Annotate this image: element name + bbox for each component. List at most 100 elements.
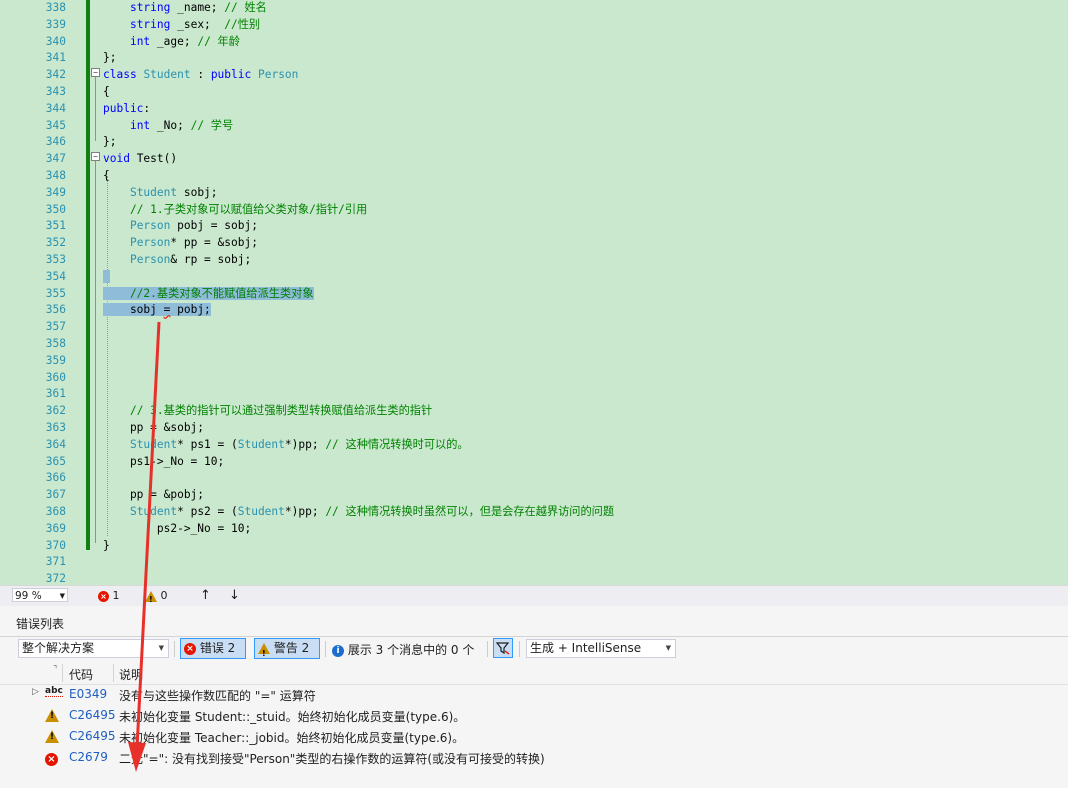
code-line[interactable]: int _No; // 学号 bbox=[103, 118, 614, 135]
code-lines[interactable]: string _name; // 姓名 string _sex; //性别 in… bbox=[103, 0, 614, 585]
error-description: 没有与这些操作数匹配的 "=" 运算符 bbox=[119, 689, 316, 703]
code-token: * ps1 = ( bbox=[177, 437, 238, 451]
errors-filter-button[interactable]: × 错误 2 bbox=[180, 638, 246, 659]
toolbar-separator bbox=[487, 641, 488, 657]
error-code-link[interactable]: C26495 bbox=[69, 708, 116, 722]
code-token: int bbox=[129, 34, 151, 48]
error-row[interactable]: ▷ abc E0349 没有与这些操作数匹配的 "=" 运算符 bbox=[0, 684, 1068, 705]
warning-row[interactable]: ! C26495 未初始化变量 Teacher::_jobid。始终初始化成员变… bbox=[0, 726, 1068, 747]
zoom-dropdown[interactable]: 99 % ▼ bbox=[12, 588, 68, 602]
line-number: 340 bbox=[45, 34, 66, 48]
column-separator[interactable] bbox=[113, 664, 114, 682]
messages-filter-button[interactable]: i 展示 3 个消息中的 0 个 bbox=[332, 641, 474, 658]
code-token: int bbox=[129, 118, 151, 132]
warning-row[interactable]: ! C26495 未初始化变量 Student::_stuid。始终初始化成员变… bbox=[0, 705, 1068, 726]
code-line[interactable]: // 3.基类的指针可以通过强制类型转换赋值给派生类的指针 bbox=[103, 403, 614, 420]
line-number: 365 bbox=[45, 454, 66, 468]
error-description: 二元"=": 没有找到接受"Person"类型的右操作数的运算符(或没有可接受的… bbox=[119, 752, 545, 766]
code-line[interactable] bbox=[103, 571, 614, 585]
error-count-indicator[interactable]: × 1 bbox=[98, 588, 120, 603]
line-number: 354 bbox=[45, 269, 66, 283]
collapse-class-icon[interactable]: − bbox=[91, 68, 100, 77]
warnings-filter-button[interactable]: ! 警告 2 bbox=[254, 638, 320, 659]
code-line[interactable]: { bbox=[103, 84, 614, 101]
line-number: 359 bbox=[45, 353, 66, 367]
code-line[interactable]: Person* pp = &sobj; bbox=[103, 235, 614, 252]
code-token: // 姓名 bbox=[224, 1, 267, 14]
code-token: Student bbox=[143, 68, 191, 82]
toolbar-separator bbox=[519, 641, 520, 657]
scope-dropdown[interactable]: 整个解决方案 ▼ bbox=[18, 639, 169, 658]
code-line[interactable] bbox=[103, 319, 614, 336]
collapse-function-icon[interactable]: − bbox=[91, 152, 100, 161]
code-line[interactable] bbox=[103, 386, 614, 403]
zoom-value: 99 % bbox=[15, 590, 42, 602]
code-line[interactable]: public: bbox=[103, 101, 614, 118]
code-line[interactable]: pp = &sobj; bbox=[103, 420, 614, 437]
build-filter-dropdown[interactable]: 生成 + IntelliSense ▼ bbox=[526, 639, 676, 658]
expand-arrow-icon[interactable]: ▷ bbox=[32, 687, 39, 697]
code-line[interactable]: Student sobj; bbox=[103, 185, 614, 202]
code-line[interactable]: string _sex; //性别 bbox=[103, 17, 614, 34]
error-code-link[interactable]: C26495 bbox=[69, 729, 116, 743]
code-line[interactable]: ps1->_No = 10; bbox=[103, 454, 614, 471]
line-number: 361 bbox=[45, 387, 66, 401]
code-line[interactable]: Student* ps2 = (Student*)pp; // 这种情况转换时虽… bbox=[103, 504, 614, 521]
column-separator[interactable] bbox=[62, 664, 63, 682]
code-line[interactable]: int _age; // 年龄 bbox=[103, 34, 614, 51]
code-line[interactable]: void Test() bbox=[103, 151, 614, 168]
code-token: pp = &sobj; bbox=[103, 420, 205, 434]
code-line[interactable]: Student* ps1 = (Student*)pp; // 这种情况转换时可… bbox=[103, 437, 614, 454]
code-line[interactable] bbox=[103, 554, 614, 571]
code-token: void bbox=[103, 152, 130, 166]
code-line[interactable] bbox=[103, 470, 614, 487]
code-line[interactable]: { bbox=[103, 168, 614, 185]
code-line[interactable]: Person& rp = sobj; bbox=[103, 252, 614, 269]
code-line[interactable]: pp = &pobj; bbox=[103, 487, 614, 504]
line-number: 362 bbox=[45, 404, 66, 418]
code-line[interactable]: }; bbox=[103, 134, 614, 151]
previous-issue-button[interactable]: ↑ bbox=[200, 588, 211, 603]
code-line[interactable]: class Student : public Person bbox=[103, 67, 614, 84]
fold-line bbox=[95, 77, 96, 141]
code-token: : bbox=[143, 101, 151, 115]
code-token: // 这种情况转换时虽然可以，但是会存在越界访问的问题 bbox=[325, 504, 615, 518]
code-token: class bbox=[103, 68, 137, 82]
code-line[interactable]: ps2->_No = 10; bbox=[103, 521, 614, 538]
line-number: 364 bbox=[45, 437, 66, 451]
column-header-code[interactable]: 代码 bbox=[69, 666, 93, 683]
next-issue-button[interactable]: ↓ bbox=[229, 588, 240, 603]
line-number: 347 bbox=[45, 152, 66, 166]
code-line[interactable] bbox=[103, 269, 614, 286]
code-token: Student bbox=[237, 504, 285, 518]
error-row[interactable]: × C2679 二元"=": 没有找到接受"Person"类型的右操作数的运算符… bbox=[0, 747, 1068, 768]
code-line[interactable]: // 1.子类对象可以赋值给父类对象/指针/引用 bbox=[103, 202, 614, 219]
chevron-down-icon: ▼ bbox=[665, 644, 671, 652]
warning-count-indicator[interactable]: ! 0 bbox=[145, 588, 168, 604]
code-editor[interactable]: 338 339 340 341 342 343 344 345 346 347 348 349 350 3… bbox=[0, 0, 1068, 585]
code-line[interactable] bbox=[103, 353, 614, 370]
column-header-description[interactable]: 说明 bbox=[119, 666, 143, 683]
code-line[interactable]: string _name; // 姓名 bbox=[103, 0, 614, 17]
filter-button[interactable] bbox=[493, 638, 513, 658]
code-token: } bbox=[103, 538, 110, 552]
error-code-link[interactable]: E0349 bbox=[69, 687, 107, 701]
error-icon: × bbox=[184, 642, 196, 655]
sort-indicator-icon: ⌝ bbox=[53, 665, 58, 675]
line-number: 356 bbox=[45, 303, 66, 317]
code-token: Person bbox=[129, 252, 171, 266]
error-code-link[interactable]: C2679 bbox=[69, 750, 108, 764]
toolbar-separator bbox=[325, 641, 326, 657]
code-token: * pp = &sobj; bbox=[170, 236, 258, 250]
code-line[interactable] bbox=[103, 370, 614, 387]
code-line[interactable]: Person pobj = sobj; bbox=[103, 218, 614, 235]
code-line[interactable]: } bbox=[103, 538, 614, 555]
code-token: pobj = sobj; bbox=[170, 219, 258, 233]
code-line[interactable]: }; bbox=[103, 50, 614, 67]
line-number: 353 bbox=[45, 252, 66, 266]
code-line[interactable]: sobj = pobj; bbox=[103, 302, 614, 319]
intellisense-icon: abc bbox=[45, 686, 63, 697]
line-number: 341 bbox=[45, 51, 66, 65]
code-line[interactable]: //2.基类对象不能赋值给派生类对象 bbox=[103, 286, 614, 303]
code-line[interactable] bbox=[103, 336, 614, 353]
